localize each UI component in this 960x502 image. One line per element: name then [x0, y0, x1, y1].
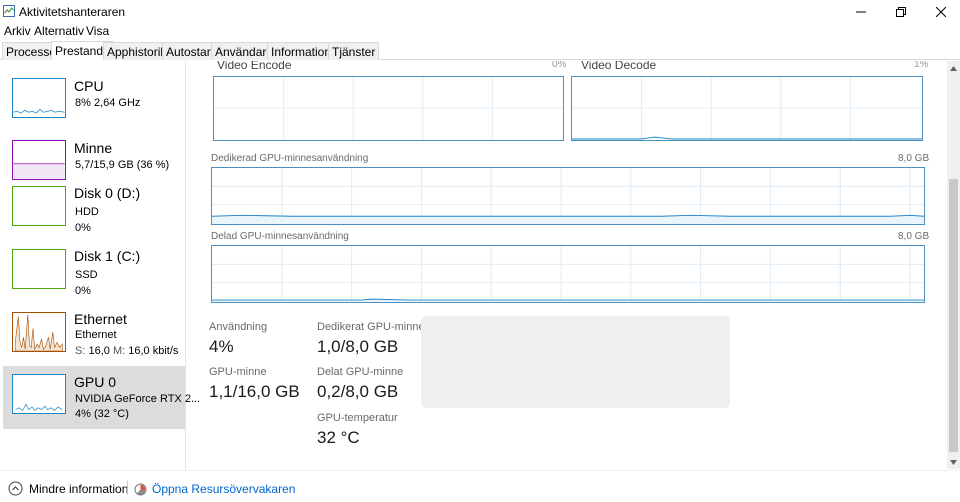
disk1-usage: 0% [75, 285, 91, 297]
arrow-down-icon [950, 459, 957, 465]
ethernet-throughput: S: 16,0 M: 16,0 kbit/s [75, 345, 178, 357]
gpu-memory-label: GPU-minne [209, 366, 267, 378]
cpu-usage: 8% 2,64 GHz [75, 97, 141, 109]
memory-usage: 5,7/15,9 GB (36 %) [75, 159, 170, 171]
resource-monitor-label: Öppna Resursövervakaren [152, 482, 296, 496]
tab-bar: Processer Prestanda Apphistorik Autostar… [0, 40, 960, 60]
footer-divider [127, 481, 128, 495]
video-decode-graph [571, 76, 923, 141]
cpu-title: CPU [74, 78, 104, 94]
memory-title: Minne [74, 140, 113, 156]
resource-monitor-icon [134, 483, 147, 495]
disk1-title: Disk 1 (C:) [74, 248, 141, 264]
task-manager-icon [3, 5, 15, 17]
restore-icon [896, 6, 906, 17]
scrollbar-thumb[interactable] [949, 179, 958, 452]
tab-tjanster[interactable]: Tjänster [328, 42, 380, 60]
receive-value: 16,0 kbit/s [128, 345, 179, 357]
gpu-details-panel: Video Encode 0% Video Decode 1% Dedikera… [187, 61, 947, 470]
video-decode-label: Video Decode [581, 61, 657, 72]
shared-memory-label: Delad GPU-minnesanvändning [211, 231, 349, 242]
close-icon [936, 6, 946, 17]
arrow-up-icon [950, 65, 957, 71]
video-decode-value: 1% [914, 61, 929, 70]
sidebar-item-gpu[interactable]: GPU 0 NVIDIA GeForce RTX 2... 4% (32 °C) [3, 366, 200, 429]
redacted-area [421, 316, 730, 408]
ethernet-thumbnail [12, 312, 66, 352]
receive-label: M: [112, 345, 126, 357]
sidebar-item-disk1[interactable]: Disk 1 (C:) SSD 0% [3, 244, 185, 306]
disk1-thumbnail [12, 249, 66, 289]
gpu-thumbnail [12, 374, 66, 414]
close-button[interactable] [918, 0, 960, 23]
chevron-up-circle-icon [8, 481, 23, 496]
resource-monitor-link[interactable]: Öppna Resursövervakaren [134, 482, 295, 496]
tab-apphistorik[interactable]: Apphistorik [103, 42, 171, 60]
vertical-scrollbar[interactable] [947, 61, 960, 469]
disk0-type: HDD [75, 206, 99, 218]
gpu-temperature-value: 32 °C [317, 428, 360, 447]
usage-value: 4% [209, 337, 234, 356]
sidebar-item-disk0[interactable]: Disk 0 (D:) HDD 0% [3, 181, 185, 243]
send-label: S: [75, 345, 86, 357]
fewer-details-label: Mindre information [29, 481, 129, 496]
window-title: Aktivitetshanteraren [19, 5, 126, 19]
gpu-memory-value: 1,1/16,0 GB [209, 382, 300, 401]
cpu-thumbnail [12, 78, 66, 118]
gpu-usage: 4% (32 °C) [75, 408, 129, 420]
shared-memory-stat-label: Delat GPU-minne [317, 366, 404, 378]
dedicated-memory-max: 8,0 GB [898, 153, 930, 164]
disk0-thumbnail [12, 186, 66, 226]
sidebar-item-ethernet[interactable]: Ethernet Ethernet S: 16,0 M: 16,0 kbit/s [3, 307, 185, 369]
performance-sidebar: CPU 8% 2,64 GHz Minne 5,7/15,9 GB (36 %)… [0, 61, 200, 470]
ethernet-adapter: Ethernet [75, 329, 117, 341]
video-encode-graph [213, 76, 564, 141]
menu-visa[interactable]: Visa [86, 24, 109, 38]
footer-bar: Mindre information Öppna Resursövervakar… [0, 470, 960, 502]
disk1-type: SSD [75, 269, 98, 281]
scroll-up-button[interactable] [947, 61, 960, 75]
menu-arkiv[interactable]: Arkiv [4, 24, 31, 38]
video-encode-label: Video Encode [217, 61, 292, 72]
usage-label: Användning [209, 321, 268, 333]
memory-thumbnail [12, 140, 66, 180]
minimize-icon [856, 11, 866, 12]
title-bar: Aktivitetshanteraren [0, 0, 960, 23]
send-value: 16,0 [88, 345, 110, 357]
dedicated-memory-stat-label: Dedikerat GPU-minne [317, 321, 425, 333]
gpu-model: NVIDIA GeForce RTX 2... [75, 393, 201, 405]
disk0-usage: 0% [75, 222, 91, 234]
fewer-details-button[interactable]: Mindre information [8, 481, 128, 496]
scroll-down-button[interactable] [947, 455, 960, 469]
tab-autostart[interactable]: Autostart [162, 42, 219, 60]
dedicated-memory-label: Dedikerad GPU-minnesanvändning [211, 153, 369, 164]
shared-memory-graph [211, 245, 925, 303]
gpu-temperature-label: GPU-temperatur [317, 412, 398, 424]
gpu-title: GPU 0 [74, 374, 117, 390]
disk0-title: Disk 0 (D:) [74, 185, 141, 201]
sidebar-item-cpu[interactable]: CPU 8% 2,64 GHz [3, 61, 185, 123]
tab-information[interactable]: Information [267, 42, 336, 60]
menu-bar: Arkiv Alternativ Visa [0, 22, 960, 40]
shared-memory-max: 8,0 GB [898, 231, 930, 242]
video-encode-value: 0% [552, 61, 567, 70]
sidebar-item-memory[interactable]: Minne 5,7/15,9 GB (36 %) [3, 123, 185, 185]
shared-memory-stat-value: 0,2/8,0 GB [317, 382, 399, 401]
dedicated-memory-graph [211, 167, 925, 225]
dedicated-memory-stat-value: 1,0/8,0 GB [317, 337, 399, 356]
menu-alternativ[interactable]: Alternativ [34, 24, 84, 38]
ethernet-title: Ethernet [74, 311, 127, 327]
